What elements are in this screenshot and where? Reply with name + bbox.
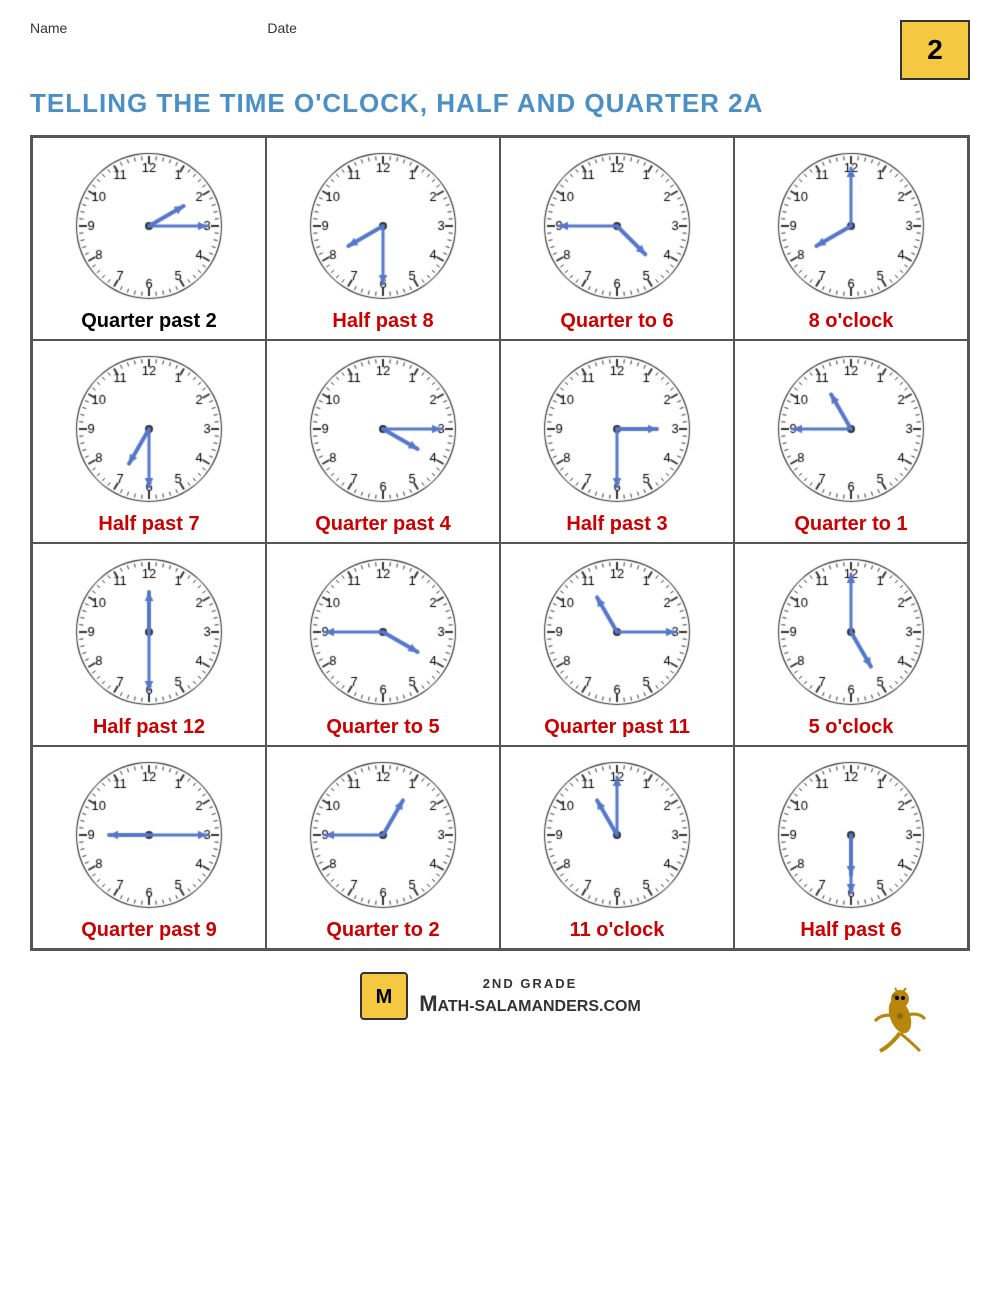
clock-label-15: Half past 6 bbox=[800, 919, 901, 942]
clock-label-9: Quarter to 5 bbox=[326, 716, 439, 739]
clock-face-3 bbox=[771, 146, 931, 306]
footer-brand: 2ND GRADE MATH-SALAMANDERS.COM bbox=[419, 976, 641, 1017]
clock-face-1 bbox=[303, 146, 463, 306]
clock-label-4: Half past 7 bbox=[98, 513, 199, 536]
clock-label-6: Half past 3 bbox=[566, 513, 667, 536]
clock-face-11 bbox=[771, 552, 931, 712]
lizard-decoration bbox=[860, 971, 940, 1066]
clock-face-13 bbox=[303, 755, 463, 915]
clock-cell-10: Quarter past 11 bbox=[500, 543, 734, 746]
clock-face-14 bbox=[537, 755, 697, 915]
footer-brand-name: MATH-SALAMANDERS.COM bbox=[419, 991, 641, 1017]
clock-label-1: Half past 8 bbox=[332, 310, 433, 333]
clock-face-12 bbox=[69, 755, 229, 915]
clock-label-10: Quarter past 11 bbox=[544, 716, 690, 739]
clock-label-3: 8 o'clock bbox=[809, 310, 894, 333]
clock-cell-11: 5 o'clock bbox=[734, 543, 968, 746]
clock-face-10 bbox=[537, 552, 697, 712]
clock-face-8 bbox=[69, 552, 229, 712]
clock-cell-1: Half past 8 bbox=[266, 137, 500, 340]
clock-label-2: Quarter to 6 bbox=[560, 310, 673, 333]
clock-face-5 bbox=[303, 349, 463, 509]
clock-cell-3: 8 o'clock bbox=[734, 137, 968, 340]
name-date: Name Date bbox=[30, 20, 297, 36]
clock-cell-4: Half past 7 bbox=[32, 340, 266, 543]
clock-face-7 bbox=[771, 349, 931, 509]
clock-cell-5: Quarter past 4 bbox=[266, 340, 500, 543]
clock-cell-15: Half past 6 bbox=[734, 746, 968, 949]
clock-label-5: Quarter past 4 bbox=[315, 513, 451, 536]
clock-face-15 bbox=[771, 755, 931, 915]
clock-face-6 bbox=[537, 349, 697, 509]
clock-cell-14: 11 o'clock bbox=[500, 746, 734, 949]
footer-area: M 2ND GRADE MATH-SALAMANDERS.COM bbox=[30, 971, 970, 1071]
clock-cell-8: Half past 12 bbox=[32, 543, 266, 746]
clock-face-2 bbox=[537, 146, 697, 306]
page-title: TELLING THE TIME O'CLOCK, HALF AND QUART… bbox=[30, 88, 970, 119]
footer: M 2ND GRADE MATH-SALAMANDERS.COM bbox=[30, 971, 970, 1021]
clock-cell-13: Quarter to 2 bbox=[266, 746, 500, 949]
clock-face-9 bbox=[303, 552, 463, 712]
name-label: Name bbox=[30, 20, 67, 36]
date-label: Date bbox=[267, 20, 297, 36]
grade-number: 2 bbox=[927, 34, 943, 66]
clock-label-8: Half past 12 bbox=[93, 716, 205, 739]
clock-cell-6: Half past 3 bbox=[500, 340, 734, 543]
svg-text:M: M bbox=[376, 986, 393, 1008]
footer-logo-icon: M bbox=[359, 971, 409, 1021]
clock-label-11: 5 o'clock bbox=[809, 716, 894, 739]
clock-label-0: Quarter past 2 bbox=[81, 310, 217, 333]
footer-grade: 2ND GRADE bbox=[419, 976, 641, 991]
clock-label-13: Quarter to 2 bbox=[326, 919, 439, 942]
clock-face-4 bbox=[69, 349, 229, 509]
clock-cell-0: Quarter past 2 bbox=[32, 137, 266, 340]
clock-label-12: Quarter past 9 bbox=[81, 919, 217, 942]
clock-grid: Quarter past 2 Half past 8 Quarter to 6 8 o… bbox=[30, 135, 970, 951]
clock-cell-12: Quarter past 9 bbox=[32, 746, 266, 949]
clock-cell-7: Quarter to 1 bbox=[734, 340, 968, 543]
clock-cell-9: Quarter to 5 bbox=[266, 543, 500, 746]
top-bar: Name Date 2 bbox=[30, 20, 970, 80]
grade-logo: 2 bbox=[900, 20, 970, 80]
clock-cell-2: Quarter to 6 bbox=[500, 137, 734, 340]
clock-face-0 bbox=[69, 146, 229, 306]
clock-label-7: Quarter to 1 bbox=[794, 513, 907, 536]
clock-label-14: 11 o'clock bbox=[570, 919, 665, 942]
